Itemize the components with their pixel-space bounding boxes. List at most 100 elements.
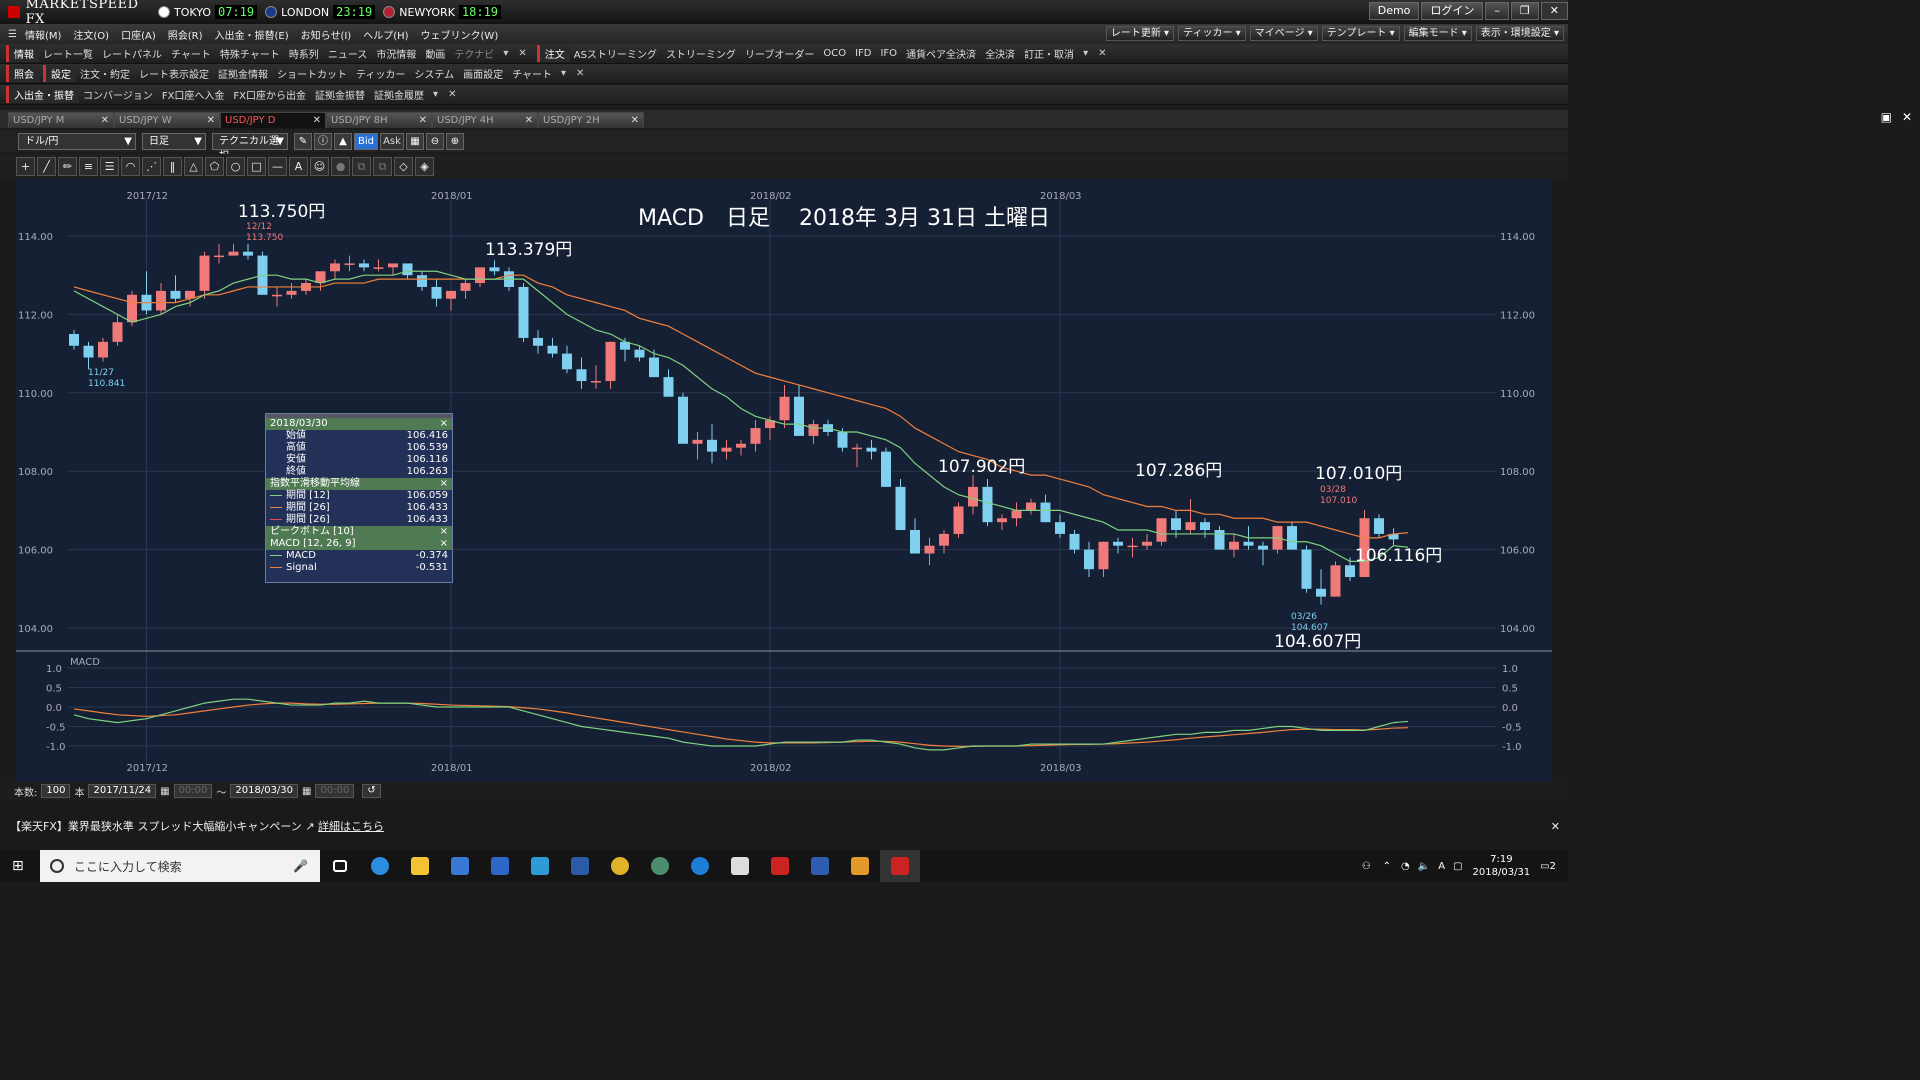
close-button[interactable]: ✕	[1540, 2, 1568, 20]
pencil-icon[interactable]: ✏	[58, 156, 77, 176]
toolbar-item[interactable]: ショートカット	[277, 66, 347, 81]
marketspeed-fx-icon[interactable]	[880, 850, 920, 882]
close-tab-icon[interactable]: ✕	[313, 113, 321, 128]
taskbar-search[interactable]: ここに入力して検索 🎤	[40, 850, 320, 882]
menu-item[interactable]: 情報(M)	[25, 27, 61, 42]
menu-item[interactable]: ヘルプ(H)	[363, 27, 408, 42]
toolbar-item[interactable]: 市況情報	[376, 46, 416, 61]
tab-usdjpy[interactable]: USD/JPY 2H ✕	[538, 112, 644, 128]
toolbar-item[interactable]: 証拠金振替	[315, 87, 365, 102]
pen-icon[interactable]: ✎	[294, 132, 312, 150]
toolbar-item[interactable]: コンバージョン	[83, 87, 153, 102]
area-icon[interactable]: ▲	[334, 132, 352, 150]
toolbar-item[interactable]: ニュース	[328, 46, 368, 61]
toolbar-item[interactable]: IFO	[880, 48, 897, 59]
trendline-icon[interactable]: ╱	[37, 156, 56, 176]
close-icon[interactable]: ×	[440, 418, 448, 430]
toolbar-item[interactable]: 訂正・取消	[1024, 46, 1074, 61]
app-grid-icon[interactable]	[480, 850, 520, 882]
close-tab-icon[interactable]: ✕	[207, 113, 215, 128]
tab-usdjpy[interactable]: USD/JPY 8H ✕	[326, 112, 432, 128]
calendar-app-icon[interactable]	[520, 850, 560, 882]
toolbar-item[interactable]: チャート	[512, 66, 552, 81]
close-icon[interactable]: ✕	[448, 89, 456, 100]
menu-item[interactable]: 注文(O)	[73, 27, 109, 42]
rectangle-icon[interactable]: □	[247, 156, 266, 176]
toolbar-item[interactable]: 注文・約定	[80, 66, 130, 81]
circle-icon[interactable]: ○	[226, 156, 245, 176]
technical-select[interactable]: テクニカル選択▼	[212, 132, 288, 162]
promo-link[interactable]: 詳細はこちら	[318, 820, 384, 833]
price-chart[interactable]: 114.00 114.00 112.00 112.00 110.00 110.00 108.…	[16, 179, 1552, 782]
calendar-icon[interactable]: ▦	[302, 786, 311, 797]
login-button[interactable]: ログイン	[1421, 2, 1484, 20]
close-icon[interactable]: ×	[440, 538, 448, 550]
dropdown-icon[interactable]: ▾	[1083, 48, 1088, 59]
demo-button[interactable]: Demo	[1368, 2, 1420, 20]
menu-item[interactable]: お知らせ(I)	[301, 27, 352, 42]
toolbar-item[interactable]: ストリーミング	[666, 46, 736, 61]
toolbar-item[interactable]: ASストリーミング	[574, 46, 657, 61]
erase-all-icon[interactable]: ◈	[415, 156, 434, 176]
close-icon[interactable]: ✕	[518, 48, 526, 59]
zoom-in-icon[interactable]: ⊕	[446, 132, 464, 150]
toolbar-item[interactable]: 時系列	[289, 46, 319, 61]
bid-button[interactable]: Bid	[354, 132, 378, 150]
copy-icon[interactable]: ⧉	[352, 156, 371, 176]
toolbar-item[interactable]: レートパネル	[102, 46, 162, 61]
toolbar-group[interactable]: 設定	[43, 65, 76, 82]
hamburger-icon[interactable]: ☰	[8, 29, 17, 40]
menu-right-button[interactable]: 編集モード ▾	[1403, 26, 1472, 41]
menu-right-button[interactable]: レート更新 ▾	[1105, 26, 1175, 41]
tab-usdjpy[interactable]: USD/JPY 4H ✕	[432, 112, 538, 128]
toolbar-item[interactable]: 証拠金履歴	[374, 87, 424, 102]
marketspeed-icon[interactable]	[760, 850, 800, 882]
toolbar-item[interactable]: IFD	[855, 48, 871, 59]
mail-icon[interactable]	[720, 850, 760, 882]
info-panel[interactable]: 2018/03/30 × 始値 106.416 高値 106.539 安値 106.116 終値…	[265, 413, 453, 583]
line-icon[interactable]: —	[268, 156, 287, 176]
info-icon[interactable]: ⓘ	[314, 132, 332, 150]
ask-button[interactable]: Ask	[380, 132, 404, 150]
end-date-input[interactable]: 2018/03/30	[230, 784, 299, 798]
wifi-icon[interactable]: ◔	[1401, 861, 1410, 872]
tab-usdjpy[interactable]: USD/JPY D ✕	[220, 112, 326, 128]
toolbar-item[interactable]: リーブオーダー	[745, 46, 814, 61]
menu-item[interactable]: ウェブリンク(W)	[421, 27, 499, 42]
maximize-icon[interactable]: ▣	[1881, 110, 1892, 128]
close-tab-icon[interactable]: ✕	[101, 113, 109, 128]
close-tab-icon[interactable]: ✕	[631, 113, 639, 128]
toolbar-item[interactable]: OCO	[823, 48, 846, 59]
crosshair-icon[interactable]: +	[16, 156, 35, 176]
channel-icon[interactable]: ☰	[100, 156, 119, 176]
notification-icon[interactable]: ▭2	[1540, 861, 1556, 872]
menu-item[interactable]: 入出金・振替(E)	[215, 27, 289, 42]
clock[interactable]: 7:19 2018/03/31	[1473, 853, 1531, 879]
toolbar-item[interactable]: 動画	[425, 46, 445, 61]
start-date-input[interactable]: 2017/11/24	[88, 784, 157, 798]
chart-area[interactable]: 114.00 114.00 112.00 112.00 110.00 110.00 108.…	[16, 179, 1552, 782]
tab-usdjpy[interactable]: USD/JPY M ✕	[8, 112, 114, 128]
toolbar-item[interactable]: 通貨ペア全決済	[906, 46, 976, 61]
fan-icon[interactable]: ⋰	[142, 156, 161, 176]
close-tab-icon[interactable]: ✕	[419, 113, 427, 128]
pentagon-icon[interactable]: ⬠	[205, 156, 224, 176]
pair-select[interactable]: ドル/円 ▼	[18, 132, 136, 150]
vlines-icon[interactable]: ‖	[163, 156, 182, 176]
app-blue-icon[interactable]	[800, 850, 840, 882]
toolbar-group[interactable]: 情報	[6, 45, 39, 62]
reload-icon[interactable]: ↺	[362, 784, 381, 798]
toolbar-item[interactable]: 画面設定	[463, 66, 503, 81]
eraser-icon[interactable]: ◇	[394, 156, 413, 176]
toolbar-item[interactable]: システム	[414, 66, 454, 81]
triangle-icon[interactable]: △	[184, 156, 203, 176]
toolbar-item[interactable]: テクナビ	[454, 46, 494, 61]
toolbar-group[interactable]: 入出金・振替	[6, 86, 79, 103]
hline-icon[interactable]: ≡	[79, 156, 98, 176]
task-view-icon[interactable]	[320, 850, 360, 882]
volume-icon[interactable]: 🔈	[1418, 861, 1430, 872]
toolbar-item[interactable]: FX口座から出金	[233, 87, 306, 102]
scale-icon[interactable]: ▦	[406, 132, 424, 150]
tray-up-icon[interactable]: ⌃	[1383, 861, 1391, 872]
toolbar-group[interactable]: 注文	[536, 45, 570, 62]
